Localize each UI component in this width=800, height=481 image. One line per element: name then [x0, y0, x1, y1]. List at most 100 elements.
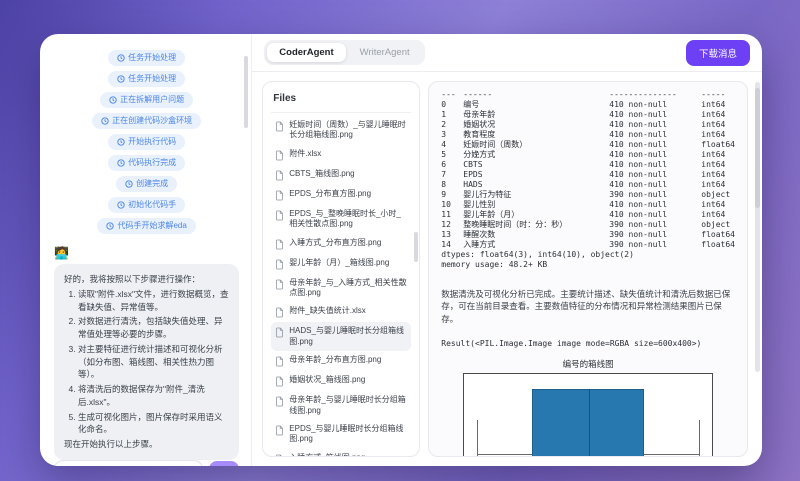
status-pill: 正在拆解用户问题 — [100, 92, 193, 108]
output-scrollbar-thumb[interactable] — [755, 88, 760, 208]
file-item[interactable]: 入睡方式_分布直方图.png — [271, 234, 411, 254]
clock-icon — [117, 138, 125, 146]
file-name: EPDS_与婴儿睡眠时长分组箱线图.png — [289, 424, 407, 445]
whisker-cap-low — [477, 420, 478, 457]
file-name: 入睡方式_箱线图.png — [289, 453, 365, 457]
status-pill-label: 开始执行代码 — [128, 137, 176, 147]
file-name: 妊娠时间（周数）_与婴儿睡眠时长分组箱线图.png — [289, 120, 407, 141]
download-messages-button[interactable]: 下载消息 — [686, 40, 750, 66]
dtypes-line: dtypes: float64(3), int64(10), object(2) — [441, 250, 735, 260]
dataframe-info-row: 1 母亲年龄 410 non-null int64 — [441, 110, 735, 120]
files-panel-title: Files — [271, 91, 411, 113]
dataframe-info-row: 4 妊娠时间（周数） 410 non-null float64 — [441, 140, 735, 150]
chart-title: 编号的箱线图 — [463, 358, 713, 370]
file-item[interactable]: HADS_与婴儿睡眠时长分组箱线图.png — [271, 322, 411, 351]
agent-tab[interactable]: WriterAgent — [348, 43, 422, 62]
file-item[interactable]: 入睡方式_箱线图.png — [271, 449, 411, 457]
status-pill: 任务开始处理 — [108, 71, 185, 87]
file-name: 附件_缺失值统计.xlsx — [289, 306, 365, 316]
output-scrollbar[interactable] — [755, 82, 760, 372]
document-icon — [275, 327, 284, 338]
dataframe-info-row: 8 HADS 410 non-null int64 — [441, 180, 735, 190]
status-pill-label: 初始化代码手 — [128, 200, 176, 210]
agent-content: Files 妊娠时间（周数）_与婴儿睡眠时长分组箱线图.png 附件.xlsx — [252, 72, 762, 466]
clock-icon — [101, 117, 109, 125]
clock-icon — [125, 180, 133, 188]
document-icon — [275, 190, 284, 201]
status-pill-list: 任务开始处理 任务开始处理 正在拆解用户问题 正在创建代码沙盒环境 — [54, 50, 239, 234]
whisker-line-high — [644, 454, 699, 455]
file-item[interactable]: 附件_缺失值统计.xlsx — [271, 302, 411, 322]
dataframe-info-row: 0 编号 410 non-null int64 — [441, 100, 735, 110]
clock-icon — [109, 96, 117, 104]
message-step: 生成可视化图片，图片保存时采用语义化命名。 — [78, 411, 230, 437]
message-step: 将清洗后的数据保存为"附件_清洗后.xlsx"。 — [78, 383, 230, 409]
message-input-row — [54, 460, 239, 466]
dataframe-info-row: 9 婴儿行为特征 390 non-null object — [441, 190, 735, 200]
message-step: 对主要特征进行统计描述和可视化分析（如分布图、箱线图、相关性热力图等）。 — [78, 343, 230, 381]
message-step: 读取"附件.xlsx"文件，进行数据概览，查看缺失值、异常值等。 — [78, 288, 230, 314]
message-step: 对数据进行清洗，包括缺失值处理、异常值处理等必要的步骤。 — [78, 315, 230, 341]
file-item[interactable]: 婚姻状况_箱线图.png — [271, 371, 411, 391]
status-pill-label: 正在创建代码沙盒环境 — [112, 116, 192, 126]
status-pill-label: 正在拆解用户问题 — [120, 95, 184, 105]
file-item[interactable]: 母亲年龄_分布直方图.png — [271, 351, 411, 371]
document-icon — [275, 170, 284, 181]
send-button[interactable] — [209, 461, 239, 466]
dataframe-info-row: 11 婴儿年龄（月） 410 non-null int64 — [441, 210, 735, 220]
file-item[interactable]: EPDS_与_整晚睡眠时长_小时_相关性散点图.png — [271, 205, 411, 234]
document-icon — [275, 356, 284, 367]
document-icon — [275, 121, 284, 132]
file-item[interactable]: 妊娠时间（周数）_与婴儿睡眠时长分组箱线图.png — [271, 116, 411, 145]
file-name: 婴儿年龄（月）_箱线图.png — [289, 258, 389, 268]
status-pill: 任务开始处理 — [108, 50, 185, 66]
file-name: 母亲年龄_与_入睡方式_相关性散点图.png — [289, 278, 407, 299]
file-item[interactable]: 婴儿年龄（月）_箱线图.png — [271, 254, 411, 274]
agent-tab[interactable]: CoderAgent — [267, 43, 345, 62]
agent-tabs: CoderAgent WriterAgent — [264, 40, 424, 65]
dataframe-info-row: 3 教育程度 410 non-null int64 — [441, 130, 735, 140]
files-scrollbar[interactable] — [414, 232, 418, 262]
status-pill: 创建完成 — [116, 176, 177, 192]
status-pill: 正在创建代码沙盒环境 — [92, 113, 201, 129]
dataframe-info-row: 6 CBTS 410 non-null int64 — [441, 160, 735, 170]
dataframe-info-row: 5 分娩方式 410 non-null int64 — [441, 150, 735, 160]
document-icon — [275, 150, 284, 161]
document-icon — [275, 259, 284, 270]
file-name: 婚姻状况_箱线图.png — [289, 375, 365, 385]
file-item[interactable]: 母亲年龄_与婴儿睡眠时长分组箱线图.png — [271, 391, 411, 420]
status-pill-label: 创建完成 — [136, 179, 168, 189]
document-icon — [275, 396, 284, 407]
chat-scrollbar[interactable] — [244, 56, 248, 128]
file-item[interactable]: EPDS_与婴儿睡眠时长分组箱线图.png — [271, 420, 411, 449]
files-panel: Files 妊娠时间（周数）_与婴儿睡眠时长分组箱线图.png 附件.xlsx — [262, 81, 420, 457]
document-icon — [275, 454, 284, 457]
dataframe-info-row: 14 入睡方式 390 non-null float64 — [441, 240, 735, 250]
boxplot-figure: 编号的箱线图 — [463, 358, 713, 457]
dataframe-info-row: 7 EPDS 410 non-null int64 — [441, 170, 735, 180]
status-pill: 代码执行完成 — [108, 155, 185, 171]
median-line — [589, 389, 590, 457]
agent-header: CoderAgent WriterAgent 下载消息 — [252, 34, 762, 72]
status-pill: 开始执行代码 — [108, 134, 185, 150]
memory-usage-line: memory usage: 48.2+ KB — [441, 260, 735, 270]
chat-panel: 任务开始处理 任务开始处理 正在拆解用户问题 正在创建代码沙盒环境 — [40, 34, 251, 466]
file-item[interactable]: EPDS_分布直方图.png — [271, 185, 411, 205]
clock-icon — [106, 222, 114, 230]
whisker-line-low — [477, 454, 532, 455]
file-name: HADS_与婴儿睡眠时长分组箱线图.png — [289, 326, 407, 347]
message-intro: 好的，我将按照以下步骤进行操作： — [64, 273, 230, 286]
file-item[interactable]: 附件.xlsx — [271, 145, 411, 165]
file-name: 入睡方式_分布直方图.png — [289, 238, 381, 248]
file-name: CBTS_箱线图.png — [289, 169, 354, 179]
assistant-avatar: 🧑‍💻 — [54, 246, 239, 260]
dataframe-info-row: 2 婚姻状况 410 non-null int64 — [441, 120, 735, 130]
message-outro: 现在开始执行以上步骤。 — [64, 438, 230, 451]
message-input[interactable] — [54, 460, 203, 466]
status-pill: 初始化代码手 — [108, 197, 185, 213]
file-item[interactable]: 母亲年龄_与_入睡方式_相关性散点图.png — [271, 274, 411, 303]
agent-main-panel: CoderAgent WriterAgent 下载消息 Files 妊娠时间（周… — [251, 34, 762, 466]
dataframe-info-row: 13 睡醒次数 390 non-null float64 — [441, 230, 735, 240]
file-item[interactable]: CBTS_箱线图.png — [271, 165, 411, 185]
status-pill-label: 任务开始处理 — [128, 74, 176, 84]
